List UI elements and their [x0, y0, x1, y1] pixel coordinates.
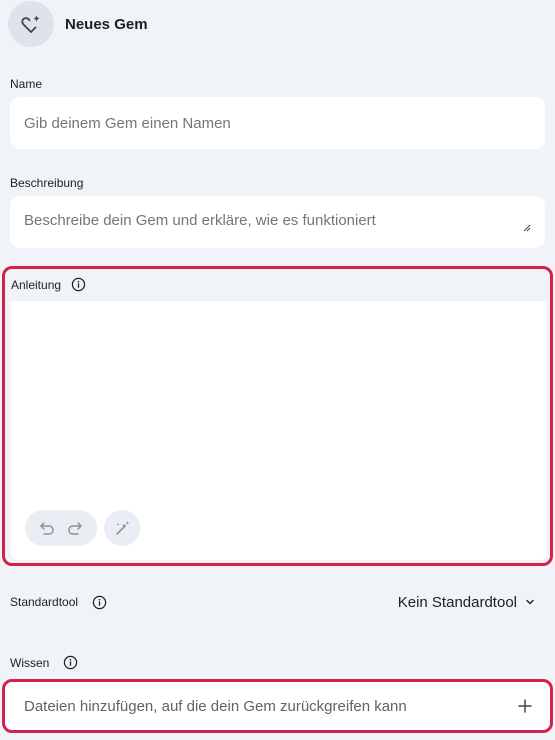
default-tool-label: Standardtool — [10, 595, 79, 609]
info-icon[interactable] — [71, 277, 86, 292]
instructions-label-row: Anleitung — [11, 277, 86, 292]
instructions-textarea[interactable] — [11, 301, 547, 560]
instructions-section: Anleitung — [2, 266, 553, 566]
plus-icon — [518, 699, 532, 713]
add-knowledge-files-button[interactable]: Dateien hinzufügen, auf die dein Gem zur… — [2, 679, 553, 733]
name-input[interactable] — [10, 97, 545, 149]
gem-heart-sparkle-icon — [21, 15, 40, 33]
magic-wand-icon — [116, 521, 130, 535]
redo-icon[interactable] — [66, 519, 84, 537]
header: Neues Gem — [8, 0, 148, 48]
add-knowledge-text: Dateien hinzufügen, auf die dein Gem zur… — [24, 697, 407, 715]
default-tool-label-row: Standardtool — [10, 595, 107, 610]
undo-icon[interactable] — [38, 519, 56, 537]
page-title: Neues Gem — [65, 15, 148, 33]
resize-grip-icon[interactable] — [523, 224, 531, 232]
undo-redo-group — [25, 510, 97, 546]
info-icon[interactable] — [63, 655, 78, 670]
knowledge-label: Wissen — [10, 655, 50, 670]
knowledge-label-row: Wissen — [10, 655, 78, 670]
instructions-label: Anleitung — [11, 277, 62, 292]
info-icon[interactable] — [92, 595, 107, 610]
chevron-down-icon — [526, 599, 534, 605]
name-field-container — [10, 97, 545, 149]
description-textarea[interactable] — [10, 196, 545, 248]
gem-avatar — [8, 1, 54, 47]
default-tool-selected: Kein Standardtool — [397, 593, 517, 611]
default-tool-dropdown[interactable]: Kein Standardtool — [398, 594, 535, 611]
description-label: Beschreibung — [10, 176, 84, 190]
magic-wand-button[interactable] — [104, 510, 140, 546]
gem-editor-page: Neues Gem Name Beschreibung Anleitung — [0, 0, 555, 740]
default-tool-row: Standardtool Kein Standardtool — [10, 590, 535, 614]
name-label: Name — [10, 77, 43, 91]
description-field-container — [10, 196, 545, 248]
